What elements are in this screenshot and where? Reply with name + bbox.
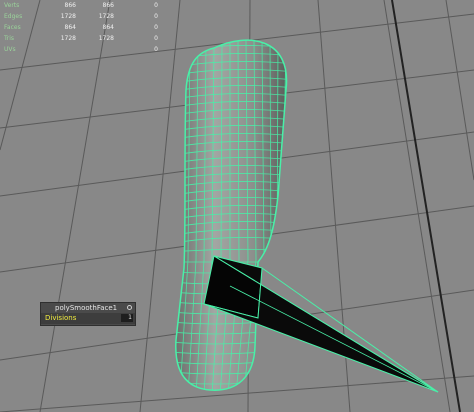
hud-value (76, 44, 114, 55)
hud-label: UVs (4, 46, 16, 53)
hud-value: 866 (102, 2, 114, 9)
hud-label: Verts (4, 2, 20, 9)
hud-value: 0 (154, 2, 158, 9)
hud-value: 1728 (98, 35, 114, 42)
hud-value: 1728 (60, 13, 76, 20)
node-toggle-icon[interactable] (127, 305, 132, 310)
poly-count-hud: Verts 866 866 0 Edges 1728 1728 0 Faces … (4, 0, 158, 55)
grid-axis-line (391, 0, 461, 412)
hud-value: 864 (102, 24, 114, 31)
hud-value: 0 (154, 13, 158, 20)
hud-label: Faces (4, 24, 21, 31)
hud-row-faces: Faces 864 864 0 (4, 22, 158, 33)
hud-value: 1728 (98, 13, 114, 20)
hud-label: Tris (4, 35, 15, 42)
hud-value: 0 (154, 24, 158, 31)
hud-value: 864 (64, 24, 76, 31)
hud-label: Edges (4, 13, 23, 20)
in-view-channel-box[interactable]: polySmoothFace1 Divisions 1 (40, 302, 136, 326)
node-name: polySmoothFace1 (55, 304, 118, 312)
mesh-object[interactable] (170, 39, 439, 395)
hud-row-edges: Edges 1728 1728 0 (4, 11, 158, 22)
hud-value: 0 (154, 35, 158, 42)
attribute-label: Divisions (45, 314, 77, 322)
hud-row-verts: Verts 866 866 0 (4, 0, 158, 11)
hud-value: 1728 (60, 35, 76, 42)
hud-value: 0 (154, 46, 158, 53)
hud-row-tris: Tris 1728 1728 0 (4, 33, 158, 44)
hud-value (38, 44, 76, 55)
attribute-row-divisions[interactable]: Divisions 1 (41, 313, 135, 324)
hud-row-uvs: UVs 0 (4, 44, 158, 55)
3d-viewport[interactable] (0, 0, 474, 412)
hud-value: 866 (64, 2, 76, 9)
attribute-value-field[interactable]: 1 (121, 314, 133, 322)
